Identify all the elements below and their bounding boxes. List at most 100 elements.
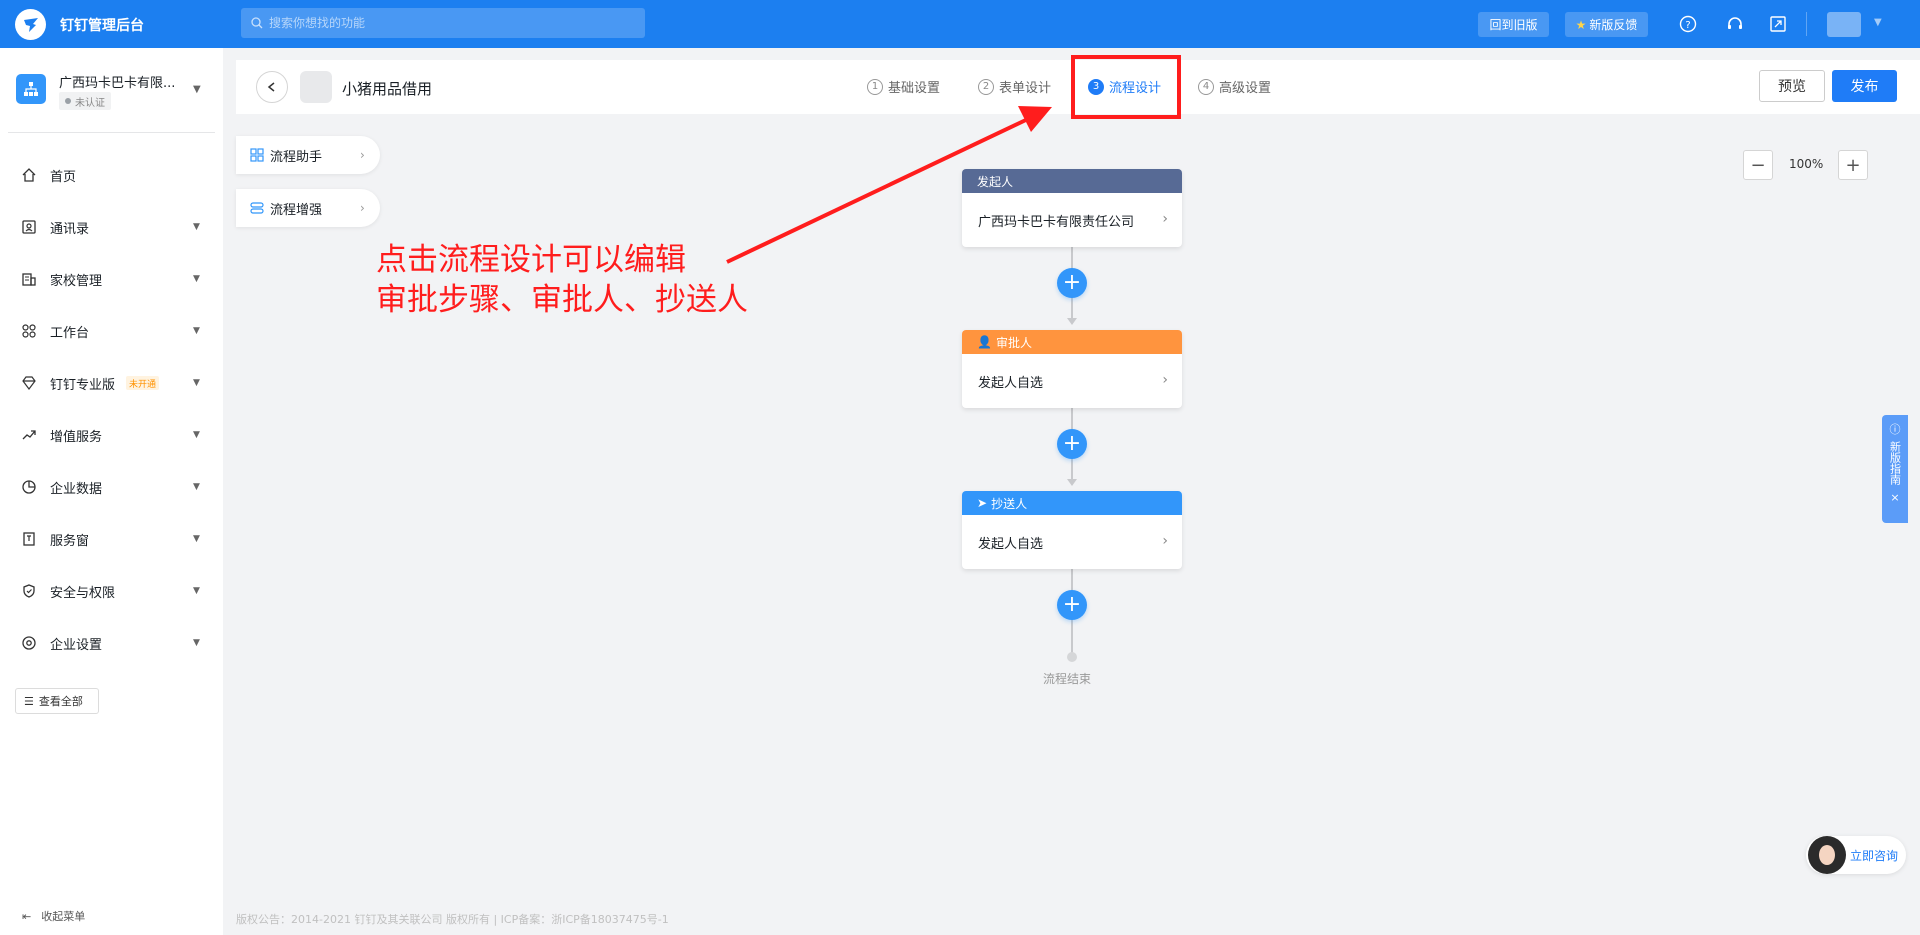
annotation-line-1: 点击流程设计可以编辑 [376,242,686,278]
svg-text:?: ? [1685,20,1690,31]
sidebar-item-label: 企业数据 [50,481,103,497]
sidebar-divider [8,132,215,133]
chevron-down-icon: ▼ [193,586,200,596]
node-title: 审批人 [995,335,1032,350]
toggle-icon [249,200,265,216]
sidebar-item-value-added[interactable]: 增值服务 ▼ [0,417,223,453]
step-advanced-settings[interactable]: 4 高级设置 [1198,77,1271,96]
sidebar-item-label: 增值服务 [50,429,103,445]
cc-node[interactable]: ➤ 抄送人 发起人自选 › [962,491,1182,569]
diamond-icon [20,374,38,392]
add-node-button[interactable]: + [1057,429,1087,459]
chevron-right-icon: › [360,148,365,162]
user-avatar[interactable] [1827,12,1861,37]
initiator-node[interactable]: 发起人 广西玛卡巴卡有限责任公司 › [962,169,1182,247]
sidebar-item-label: 服务窗 [50,533,90,549]
zoom-out-button[interactable]: − [1743,150,1773,180]
search-input[interactable] [269,16,639,30]
chevron-right-icon: › [1162,211,1168,227]
org-icon [16,74,46,104]
publish-button[interactable]: 发布 [1832,70,1897,102]
agent-avatar [1808,836,1846,874]
zoom-level: 100% [1789,157,1824,171]
consult-button[interactable]: 立即咨询 [1806,836,1906,874]
new-guide-tab[interactable]: ⓘ 新版指南 × [1882,415,1908,523]
view-all-button[interactable]: ☰ 查看全部 [15,688,99,714]
top-bar: 钉钉管理后台 回到旧版 ★ 新版反馈 ? ▼ [0,0,1920,48]
collapse-label: 收起菜单 [41,910,86,923]
back-button[interactable] [256,71,288,103]
feedback-button[interactable]: ★ 新版反馈 [1565,12,1648,37]
chevron-down-icon: ▼ [193,430,200,440]
chevron-down-icon[interactable]: ▼ [1874,17,1882,28]
headset-icon[interactable] [1724,13,1746,35]
collapse-menu-button[interactable]: ⇤ 收起菜单 [22,908,85,924]
node-title: 抄送人 [991,496,1028,511]
send-icon: ➤ [977,496,988,510]
sidebar-item-home[interactable]: 首页 [0,157,223,193]
search-box[interactable] [241,8,645,38]
form-icon [300,71,332,103]
fullscreen-icon[interactable] [1767,13,1789,35]
chevron-right-icon: › [1162,372,1168,388]
status-badge: 未开通 [126,376,160,390]
close-icon[interactable]: × [1890,491,1899,504]
sidebar-item-contacts[interactable]: 通讯录 ▼ [0,209,223,245]
settings-icon [20,634,38,652]
chevron-down-icon: ▼ [193,482,200,492]
process-assistant-button[interactable]: 流程助手 › [236,136,380,174]
chevron-down-icon: ▼ [193,638,200,648]
chevron-down-icon: ▼ [193,534,200,544]
verification-status: 未认证 [75,97,105,109]
flow-end-label: 流程结束 [1043,672,1092,686]
add-node-button[interactable]: + [1057,268,1087,298]
node-title: 发起人 [962,169,1182,193]
sidebar-item-label: 首页 [50,169,77,185]
sidebar-item-workbench[interactable]: 工作台 ▼ [0,313,223,349]
chevron-down-icon: ▼ [193,326,200,336]
step-basic-settings[interactable]: 1 基础设置 [867,77,940,96]
sidebar-item-service[interactable]: 服务窗 ▼ [0,521,223,557]
dingtalk-logo[interactable] [15,9,46,40]
verification-badge: 未认证 [59,92,111,110]
org-name: 广西玛卡巴卡有限... [59,76,176,91]
app-title[interactable]: 钉钉管理后台 [60,15,144,35]
sidebar-item-school[interactable]: 家校管理 ▼ [0,261,223,297]
flow-end-dot [1067,652,1077,662]
node-content: 广西玛卡巴卡有限责任公司 [978,214,1135,230]
process-enhance-label: 流程增强 [270,202,323,218]
add-node-button[interactable]: + [1057,590,1087,620]
sidebar-item-security[interactable]: 安全与权限 ▼ [0,573,223,609]
sidebar-item-label: 安全与权限 [50,585,116,601]
step-form-design[interactable]: 2 表单设计 [978,77,1051,96]
zoom-in-button[interactable]: + [1838,150,1868,180]
sidebar-item-label: 通讯录 [50,221,90,237]
node-content: 发起人自选 [978,375,1044,391]
preview-button[interactable]: 预览 [1759,70,1825,102]
flow-arrowhead [1067,479,1077,486]
back-to-old-button[interactable]: 回到旧版 [1478,12,1549,37]
copyright-footer: 版权公告：2014-2021 钉钉及其关联公司 版权所有 | ICP备案：浙IC… [236,913,669,926]
trend-icon [20,426,38,444]
feedback-label: 新版反馈 [1589,18,1638,32]
approver-node[interactable]: 👤 审批人 发起人自选 › [962,330,1182,408]
help-icon[interactable]: ? [1677,13,1699,35]
sidebar-item-label: 企业设置 [50,637,103,653]
info-icon: ⓘ [1889,423,1901,436]
chevron-down-icon[interactable]: ▼ [193,84,201,95]
sidebar-item-data[interactable]: 企业数据 ▼ [0,469,223,505]
annotation-text: 点击流程设计可以编辑 审批步骤、审批人、抄送人 [376,240,748,320]
org-switcher[interactable]: 广西玛卡巴卡有限... 未认证 ▼ [16,72,206,112]
process-enhance-button[interactable]: 流程增强 › [236,189,380,227]
annotation-line-2: 审批步骤、审批人、抄送人 [376,282,748,318]
star-icon: ★ [1575,17,1587,32]
pie-chart-icon [20,478,38,496]
chevron-down-icon: ▼ [193,222,200,232]
home-icon [20,166,38,184]
contacts-icon [20,218,38,236]
service-window-icon [20,530,38,548]
chevron-down-icon: ▼ [193,274,200,284]
sidebar-item-settings[interactable]: 企业设置 ▼ [0,625,223,661]
sidebar-item-pro[interactable]: 钉钉专业版 未开通 ▼ [0,365,223,401]
sidebar-item-label: 钉钉专业版 [50,377,116,393]
